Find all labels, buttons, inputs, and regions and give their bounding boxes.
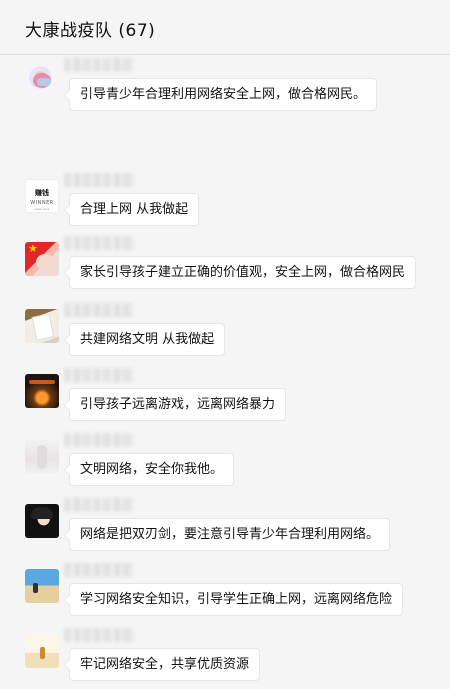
message-row: 赚钱 WINNER ɢᴏᴏᴅ ʟᴜᴄᴋ 合理上网 从我做起: [0, 173, 450, 239]
avatar[interactable]: 赚钱 WINNER ɢᴏᴏᴅ ʟᴜᴄᴋ: [25, 179, 59, 213]
message-bubble[interactable]: 文明网络，安全你我他。: [63, 453, 235, 486]
avatar[interactable]: [25, 504, 59, 538]
sender-name-blurred: [64, 498, 134, 512]
sender-name-blurred: [64, 368, 134, 382]
message-row: ★ 家长引导孩子建立正确的价值观，安全上网，做合格网民: [0, 236, 450, 302]
message-row: 引导孩子远离游戏，远离网络暴力: [0, 368, 450, 434]
sender-name-blurred: [64, 628, 134, 642]
avatar-text: ɢᴏᴏᴅ ʟᴜᴄᴋ: [34, 207, 50, 211]
avatar[interactable]: ★: [25, 242, 59, 276]
message-bubble[interactable]: 牢记网络安全，共享优质资源: [63, 648, 261, 681]
message-row: 共建网络文明 从我做起: [0, 303, 450, 369]
avatar-text: 赚钱: [35, 189, 49, 197]
message-row: 文明网络，安全你我他。: [0, 433, 450, 499]
avatar[interactable]: [25, 64, 59, 98]
message-row: 学习网络安全知识，引导学生正确上网，远离网络危险: [0, 563, 450, 629]
avatar[interactable]: [25, 374, 59, 408]
sender-name-blurred: [64, 58, 134, 72]
sender-name-blurred: [64, 303, 134, 317]
message-bubble[interactable]: 引导青少年合理利用网络安全上网，做合格网民。: [63, 78, 378, 111]
sender-name-blurred: [64, 236, 134, 250]
group-title[interactable]: 大康战疫队 (67): [25, 16, 155, 41]
avatar[interactable]: [25, 569, 59, 603]
avatar[interactable]: [25, 439, 59, 473]
message-bubble[interactable]: 合理上网 从我做起: [63, 193, 200, 226]
avatar-text: WINNER: [30, 200, 54, 206]
message-bubble[interactable]: 家长引导孩子建立正确的价值观，安全上网，做合格网民: [63, 256, 417, 289]
sender-name-blurred: [64, 563, 134, 577]
message-bubble[interactable]: 引导孩子远离游戏，远离网络暴力: [63, 388, 287, 421]
message-row: 牢记网络安全，共享优质资源: [0, 628, 450, 689]
avatar[interactable]: [25, 634, 59, 668]
sender-name-blurred: [64, 173, 134, 187]
message-row: 引导青少年合理利用网络安全上网，做合格网民。: [0, 58, 450, 124]
sender-name-blurred: [64, 433, 134, 447]
message-bubble[interactable]: 网络是把双刃剑，要注意引导青少年合理利用网络。: [63, 518, 391, 551]
avatar[interactable]: [25, 309, 59, 343]
message-bubble[interactable]: 学习网络安全知识，引导学生正确上网，远离网络危险: [63, 583, 404, 616]
chat-header: 大康战疫队 (67): [0, 0, 450, 55]
message-bubble[interactable]: 共建网络文明 从我做起: [63, 323, 226, 356]
message-row: 网络是把双刃剑，要注意引导青少年合理利用网络。: [0, 498, 450, 564]
